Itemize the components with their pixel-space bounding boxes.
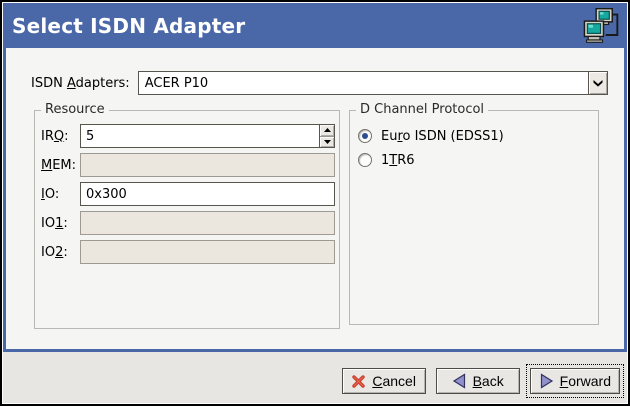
- resource-group-title: Resource: [41, 102, 109, 117]
- io1-label: IO1:: [41, 216, 80, 231]
- d-channel-protocol-group-title: D Channel Protocol: [356, 102, 488, 117]
- radio-1tr6[interactable]: 1TR6: [358, 152, 415, 168]
- io-input[interactable]: [80, 182, 335, 206]
- io2-row: IO2:: [41, 240, 335, 264]
- io2-label: IO2:: [41, 245, 80, 260]
- io1-input: [80, 211, 335, 235]
- dialog-header: Select ISDN Adapter: [3, 3, 627, 48]
- d-channel-protocol-groupbox: D Channel Protocol Euro ISDN (EDSS1) 1TR…: [349, 110, 599, 325]
- page-title: Select ISDN Adapter: [12, 14, 245, 38]
- radio-selected-icon: [358, 129, 372, 143]
- cancel-button-label: Cancel: [372, 373, 416, 389]
- arrow-down-icon: [324, 140, 331, 144]
- content-panel: ISDN Adapters: ACER P10 Resource: [6, 48, 624, 349]
- radio-unselected-icon: [358, 153, 372, 167]
- irq-spin-buttons: [319, 125, 334, 147]
- dialog-footer: Cancel Back Forward: [3, 352, 627, 403]
- spin-down-button[interactable]: [320, 137, 334, 148]
- radio-1tr6-label: 1TR6: [381, 153, 415, 168]
- back-button[interactable]: Back: [436, 368, 520, 394]
- io2-input: [80, 240, 335, 264]
- isdn-adapters-selected-value: ACER P10: [139, 72, 588, 94]
- irq-row: IRQ:: [41, 124, 335, 148]
- irq-spinbox: [80, 124, 335, 148]
- spin-up-button[interactable]: [320, 125, 334, 137]
- select-isdn-adapter-dialog: Select ISDN Adapter: [0, 0, 630, 406]
- mem-input: [80, 153, 335, 177]
- irq-input[interactable]: [81, 125, 319, 147]
- combo-dropdown-button[interactable]: [588, 72, 607, 94]
- wizard-frame: ISDN Adapters: ACER P10 Resource: [3, 48, 627, 352]
- chevron-down-icon: [593, 80, 603, 87]
- irq-label: IRQ:: [41, 129, 80, 144]
- io1-row: IO1:: [41, 211, 335, 235]
- back-button-label: Back: [473, 373, 504, 389]
- cancel-x-icon: [351, 374, 366, 389]
- mem-row: MEM:: [41, 153, 335, 177]
- io-row: IO:: [41, 182, 335, 206]
- radio-euro-isdn-label: Euro ISDN (EDSS1): [381, 129, 504, 144]
- resource-groupbox: Resource IRQ:: [34, 110, 340, 329]
- isdn-adapters-row: ISDN Adapters: ACER P10: [31, 71, 608, 95]
- cancel-button[interactable]: Cancel: [342, 368, 426, 394]
- isdn-adapters-combobox[interactable]: ACER P10: [138, 71, 608, 95]
- forward-button-label: Forward: [560, 373, 611, 389]
- arrow-left-icon: [452, 373, 467, 389]
- forward-button[interactable]: Forward: [530, 368, 620, 394]
- io-label: IO:: [41, 187, 80, 202]
- mem-label: MEM:: [41, 158, 80, 173]
- isdn-adapters-label: ISDN Adapters:: [31, 76, 130, 91]
- radio-euro-isdn[interactable]: Euro ISDN (EDSS1): [358, 128, 504, 144]
- network-computers-icon: [583, 7, 621, 44]
- arrow-up-icon: [324, 128, 331, 132]
- arrow-right-icon: [539, 373, 554, 389]
